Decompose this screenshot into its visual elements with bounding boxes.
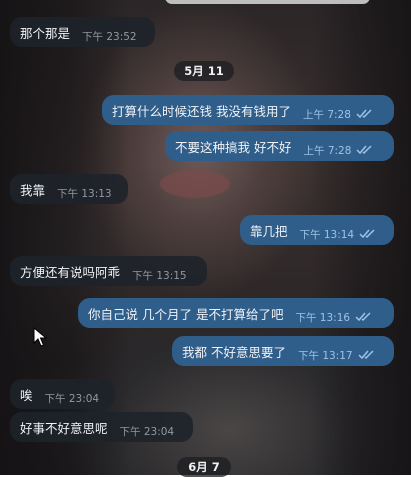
double-check-icon <box>355 312 373 322</box>
message-text: 唉 <box>20 387 33 403</box>
double-check-icon <box>356 109 374 119</box>
message-time: 上午 7:28 <box>302 108 351 121</box>
message-time: 下午 23:52 <box>82 30 137 43</box>
message-time: 下午 13:15 <box>132 269 187 282</box>
message-outgoing[interactable]: 打算什么时候还钱 我没有钱用了 上午 7:28 <box>102 95 394 125</box>
message-text: 打算什么时候还钱 我没有钱用了 <box>112 103 291 119</box>
message-incoming[interactable]: 那个那是 下午 23:52 <box>10 17 155 47</box>
message-time: 下午 13:14 <box>299 228 355 241</box>
message-text: 我都 不好意思要了 <box>182 344 286 360</box>
message-outgoing[interactable]: 不要这种搞我 好不好 上午 7:28 <box>165 131 394 161</box>
message-time: 下午 23:04 <box>119 425 175 438</box>
message-time: 下午 13:16 <box>295 311 351 324</box>
message-incoming[interactable]: 方便还有说吗阿乖 下午 13:15 <box>10 256 207 286</box>
message-time: 下午 13:13 <box>57 187 112 200</box>
message-text: 不要这种搞我 好不好 <box>175 139 292 155</box>
message-list[interactable]: 那个那是 下午 23:52 5月 11 打算什么时候还钱 我没有钱用了 上午 7… <box>0 0 411 477</box>
double-check-icon <box>359 229 377 239</box>
message-time: 上午 7:28 <box>303 144 352 157</box>
message-text: 你自己说 几个月了 是不打算给了吧 <box>88 306 284 322</box>
message-time: 下午 23:04 <box>44 392 100 405</box>
mouse-pointer-icon <box>33 326 48 347</box>
message-outgoing[interactable]: 你自己说 几个月了 是不打算给了吧 下午 13:16 <box>78 298 394 328</box>
message-incoming[interactable]: 唉 下午 23:04 <box>10 379 115 409</box>
message-text: 靠几把 <box>250 223 288 239</box>
message-text: 方便还有说吗阿乖 <box>20 264 121 280</box>
message-text: 那个那是 <box>20 25 71 41</box>
message-text: 我靠 <box>20 182 46 198</box>
double-check-icon <box>356 145 374 155</box>
message-time: 下午 13:17 <box>297 349 353 362</box>
date-separator: 5月 11 <box>174 61 234 81</box>
message-incoming[interactable]: 我靠 下午 13:13 <box>10 174 128 204</box>
message-incoming[interactable]: 好事不好意思呢 下午 23:04 <box>10 412 193 442</box>
message-outgoing[interactable]: 我都 不好意思要了 下午 13:17 <box>172 336 394 366</box>
double-check-icon <box>358 350 376 360</box>
message-outgoing[interactable]: 靠几把 下午 13:14 <box>240 215 394 245</box>
date-separator: 6月 7 <box>177 457 231 477</box>
message-text: 好事不好意思呢 <box>20 420 108 436</box>
